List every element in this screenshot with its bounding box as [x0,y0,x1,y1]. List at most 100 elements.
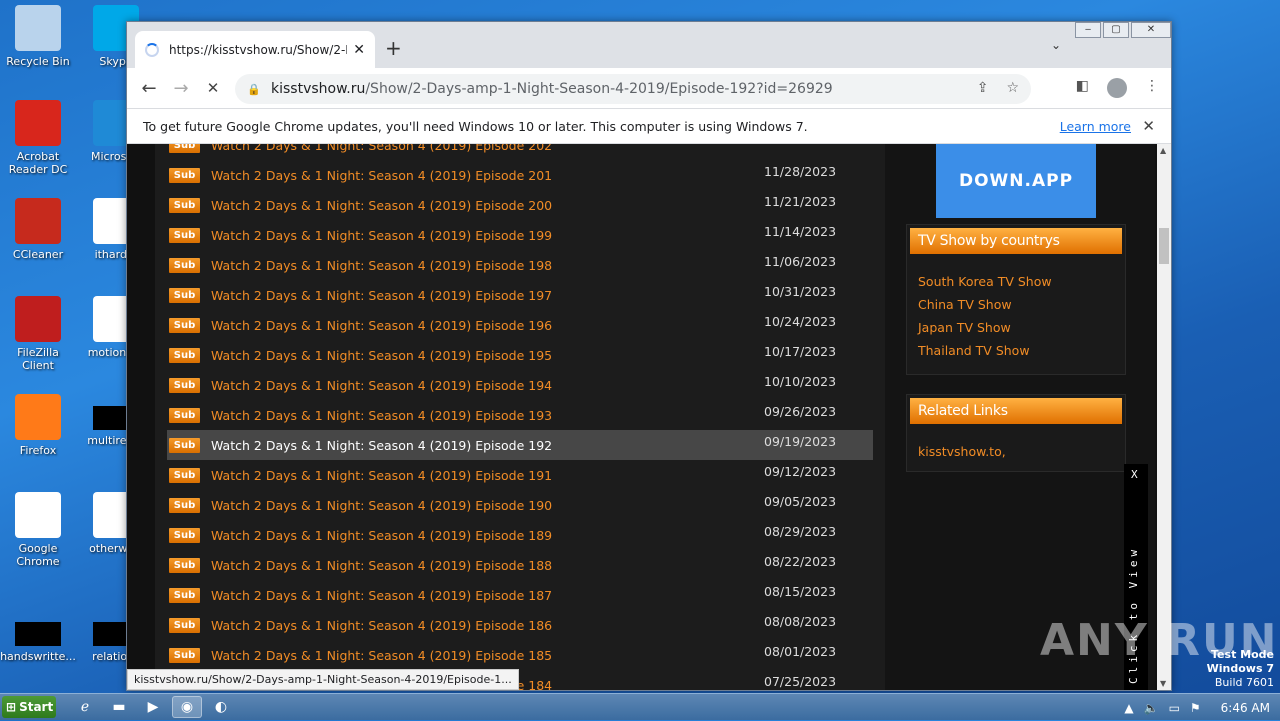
windows-logo-icon: ⊞ [6,700,17,714]
desktop-icon[interactable]: Firefox [0,394,76,457]
page-scrollbar[interactable]: ▲ ▼ [1157,144,1171,690]
episode-link[interactable]: Watch 2 Days & 1 Night: Season 4 (2019) … [211,408,552,423]
tray-arrow-icon[interactable]: ▲ [1124,701,1133,715]
popup-close-icon[interactable]: X [1131,468,1138,481]
episode-link[interactable]: Watch 2 Days & 1 Night: Season 4 (2019) … [211,288,552,303]
episode-link[interactable]: Watch 2 Days & 1 Night: Season 4 (2019) … [211,468,552,483]
status-bar-url: kisstvshow.ru/Show/2-Days-amp-1-Night-Se… [127,669,519,690]
desktop-icon[interactable]: Recycle Bin [0,5,76,68]
clock[interactable]: 6:46 AM [1221,701,1270,715]
share-icon[interactable]: ⇪ [977,80,989,96]
episode-row[interactable]: Sub Watch 2 Days & 1 Night: Season 4 (201… [167,640,873,670]
episode-link[interactable]: Watch 2 Days & 1 Night: Season 4 (2019) … [211,618,552,633]
flag-icon[interactable]: ⚑ [1190,701,1201,715]
country-link[interactable]: Thailand TV Show [907,339,1125,362]
episode-link[interactable]: Watch 2 Days & 1 Night: Season 4 (2019) … [211,258,552,273]
related-link[interactable]: kisstvshow.to, [907,440,1125,463]
episode-row[interactable]: Sub Watch 2 Days & 1 Night: Season 4 (201… [167,280,873,310]
episode-date: 07/25/2023 [764,674,837,689]
episode-row[interactable]: Sub Watch 2 Days & 1 Night: Season 4 (201… [167,160,873,190]
country-link[interactable]: South Korea TV Show [907,270,1125,293]
sub-badge: Sub [169,647,200,663]
episode-row[interactable]: Sub Watch 2 Days & 1 Night: Season 4 (201… [167,580,873,610]
tab-active[interactable]: https://kisstvshow.ru/Show/2-Days- ✕ [135,31,375,68]
episode-link[interactable]: Watch 2 Days & 1 Night: Season 4 (2019) … [211,648,552,663]
learn-more-link[interactable]: Learn more [1060,119,1131,134]
edge-icon[interactable]: ◐ [206,696,236,718]
tab-title: https://kisstvshow.ru/Show/2-Days- [169,42,347,57]
sub-badge: Sub [169,317,200,333]
scroll-down-arrow-icon[interactable]: ▼ [1160,679,1166,688]
desktop-icon-label: Firefox [19,444,57,457]
episode-link[interactable]: Watch 2 Days & 1 Night: Season 4 (2019) … [211,198,552,213]
explorer-folder-icon[interactable]: ▬ [104,696,134,718]
desktop-icon[interactable]: Acrobat Reader DC [0,100,76,176]
episode-row[interactable]: Sub Watch 2 Days & 1 Night: Season 4 (201… [167,144,873,160]
desktop-icon[interactable]: CCleaner [0,198,76,261]
episode-row[interactable]: Sub Watch 2 Days & 1 Night: Season 4 (201… [167,430,873,460]
desktop-icon[interactable]: handswritte... [0,610,76,663]
tab-search-icon[interactable]: ⌄ [1051,38,1061,52]
right-sidebar: DOWN.APP TV Show by countrys South Korea… [885,144,1155,690]
start-button[interactable]: ⊞ Start [2,696,56,718]
forward-button[interactable]: → [165,78,197,99]
profile-avatar[interactable] [1107,78,1127,98]
side-panel-icon[interactable]: ◧ [1076,78,1089,98]
episode-link[interactable]: Watch 2 Days & 1 Night: Season 4 (2019) … [211,348,552,363]
episode-row[interactable]: Sub Watch 2 Days & 1 Night: Season 4 (201… [167,520,873,550]
loading-spinner-icon [145,42,159,57]
episode-date: 08/15/2023 [764,584,837,599]
episode-row[interactable]: Sub Watch 2 Days & 1 Night: Season 4 (201… [167,490,873,520]
country-link[interactable]: China TV Show [907,293,1125,316]
menu-kebab-icon[interactable]: ⋮ [1145,78,1159,98]
url-path: /Show/2-Days-amp-1-Night-Season-4-2019/E… [365,81,833,97]
build-text: Build 7601 [1214,676,1274,689]
bookmark-star-icon[interactable]: ☆ [1006,80,1019,96]
episode-row[interactable]: Sub Watch 2 Days & 1 Night: Season 4 (201… [167,340,873,370]
episode-link[interactable]: Watch 2 Days & 1 Night: Season 4 (2019) … [211,558,552,573]
lock-icon[interactable]: 🔒 [247,83,261,96]
chrome-taskbar-icon[interactable]: ◉ [172,696,202,718]
episode-row[interactable]: Sub Watch 2 Days & 1 Night: Season 4 (201… [167,220,873,250]
episode-row[interactable]: Sub Watch 2 Days & 1 Night: Season 4 (201… [167,550,873,580]
desktop-icon[interactable]: FileZilla Client [0,296,76,372]
ie-icon[interactable]: ℯ [70,696,100,718]
episode-date: 11/14/2023 [764,224,837,239]
episode-link[interactable]: Watch 2 Days & 1 Night: Season 4 (2019) … [211,378,552,393]
episode-link[interactable]: Watch 2 Days & 1 Night: Season 4 (2019) … [211,144,552,153]
episode-link[interactable]: Watch 2 Days & 1 Night: Season 4 (2019) … [211,588,552,603]
back-button[interactable]: ← [133,78,165,99]
update-infobar: To get future Google Chrome updates, you… [127,108,1171,144]
episode-link[interactable]: Watch 2 Days & 1 Night: Season 4 (2019) … [211,528,552,543]
tab-close-icon[interactable]: ✕ [353,42,365,58]
episode-link[interactable]: Watch 2 Days & 1 Night: Season 4 (2019) … [211,498,552,513]
media-player-icon[interactable]: ▶ [138,696,168,718]
episode-row[interactable]: Sub Watch 2 Days & 1 Night: Season 4 (201… [167,250,873,280]
country-link[interactable]: Japan TV Show [907,316,1125,339]
episode-row[interactable]: Sub Watch 2 Days & 1 Night: Season 4 (201… [167,310,873,340]
episode-link[interactable]: Watch 2 Days & 1 Night: Season 4 (2019) … [211,228,552,243]
infobar-close-icon[interactable]: ✕ [1142,117,1155,135]
network-icon[interactable]: ▭ [1169,701,1180,715]
stop-button[interactable]: ✕ [197,79,229,97]
address-bar[interactable]: 🔒 kisstvshow.ru/Show/2-Days-amp-1-Night-… [235,74,1031,104]
episode-row[interactable]: Sub Watch 2 Days & 1 Night: Season 4 (201… [167,610,873,640]
episode-link[interactable]: Watch 2 Days & 1 Night: Season 4 (2019) … [211,168,552,183]
scroll-up-arrow-icon[interactable]: ▲ [1160,146,1166,155]
episode-row[interactable]: Sub Watch 2 Days & 1 Night: Season 4 (201… [167,190,873,220]
desktop-icon[interactable]: Google Chrome [0,492,76,568]
sub-badge: Sub [169,527,200,543]
sub-badge: Sub [169,287,200,303]
ad-banner[interactable]: DOWN.APP [936,144,1096,218]
episode-link[interactable]: Watch 2 Days & 1 Night: Season 4 (2019) … [211,438,552,453]
sub-badge: Sub [169,497,200,513]
scrollbar-thumb[interactable] [1159,228,1169,264]
volume-icon[interactable]: 🔈 [1144,701,1159,715]
episode-link[interactable]: Watch 2 Days & 1 Night: Season 4 (2019) … [211,318,552,333]
episode-date: 08/08/2023 [764,614,837,629]
episode-row[interactable]: Sub Watch 2 Days & 1 Night: Season 4 (201… [167,460,873,490]
desktop-app-icon [15,394,61,440]
new-tab-button[interactable]: + [385,36,402,60]
episode-row[interactable]: Sub Watch 2 Days & 1 Night: Season 4 (201… [167,400,873,430]
episode-row[interactable]: Sub Watch 2 Days & 1 Night: Season 4 (201… [167,370,873,400]
